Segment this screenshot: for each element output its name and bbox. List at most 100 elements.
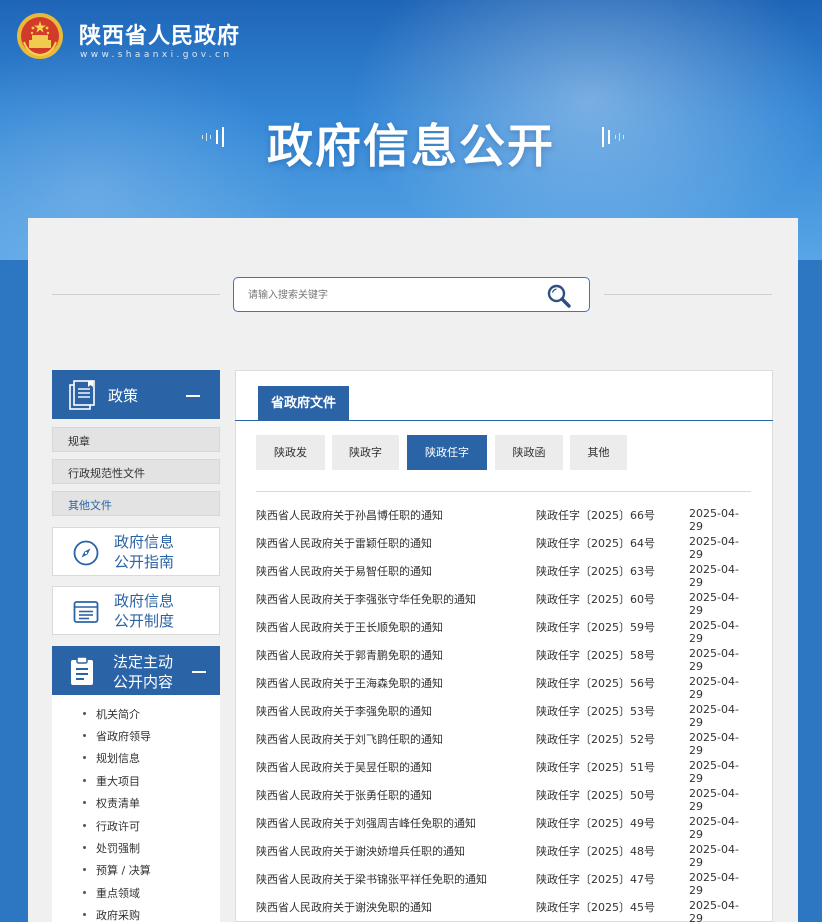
document-title-link[interactable]: 陕西省人民政府关于雷颖任职的通知 [256,535,432,551]
collapse-icon[interactable] [186,395,200,397]
sidebar-statutory-header[interactable]: 法定主动 公开内容 [52,646,220,695]
sidebar-guide-label: 政府信息 公开指南 [114,532,174,572]
document-date: 2025-04-29 [689,815,739,841]
document-title-link[interactable]: 陕西省人民政府关于梁书锦张平祥任免职的通知 [256,871,487,887]
sidebar-system-label-line: 公开制度 [114,612,175,630]
search-input[interactable] [248,286,538,304]
document-row[interactable]: 陕西省人民政府关于李强免职的通知 陕政任字〔2025〕53号 2025-04-29 [256,703,751,729]
sidebar-item-regulations[interactable]: 规章 [52,427,220,452]
document-date: 2025-04-29 [689,731,739,757]
site-title[interactable]: 陕西省人民政府 [79,18,240,50]
document-number: 陕政任字〔2025〕49号 [536,817,655,830]
document-title-link[interactable]: 陕西省人民政府关于李强张守华任免职的通知 [256,591,476,607]
document-title-link[interactable]: 陕西省人民政府关于王长顺免职的通知 [256,619,443,635]
document-title-link[interactable]: 陕西省人民政府关于刘飞鹍任职的通知 [256,731,443,747]
document-number: 陕政任字〔2025〕63号 [536,565,655,578]
document-number: 陕政任字〔2025〕58号 [536,649,655,662]
document-number: 陕政任字〔2025〕48号 [536,845,655,858]
subtab-shaanzhengzi[interactable]: 陕政字 [332,435,399,470]
document-number: 陕政任字〔2025〕45号 [536,901,655,914]
sidebar-item-leaders[interactable]: 省政府领导 [83,728,151,744]
document-date: 2025-04-29 [689,619,739,645]
document-date: 2025-04-29 [689,647,739,673]
document-title-link[interactable]: 陕西省人民政府关于易智任职的通知 [256,563,432,579]
subtab-shaanzhengrenzi[interactable]: 陕政任字 [407,435,487,470]
page-title: 政府信息公开 [267,119,555,173]
sidebar-item-key-areas[interactable]: 重点领域 [83,885,140,901]
document-row[interactable]: 陕西省人民政府关于谢泱免职的通知 陕政任字〔2025〕45号 2025-04-29 [256,899,751,922]
document-title-link[interactable]: 陕西省人民政府关于郭青鹏免职的通知 [256,647,443,663]
sidebar-guide-label-line: 公开指南 [114,553,175,571]
document-title-link[interactable]: 陕西省人民政府关于孙昌博任职的通知 [256,507,443,523]
document-title-link[interactable]: 陕西省人民政府关于谢泱免职的通知 [256,899,432,915]
sidebar-statutory-label: 法定主动 公开内容 [113,652,173,692]
document-title-link[interactable]: 陕西省人民政府关于王海森免职的通知 [256,675,443,691]
document-row[interactable]: 陕西省人民政府关于雷颖任职的通知 陕政任字〔2025〕64号 2025-04-29 [256,535,751,561]
sidebar-item-budget[interactable]: 预算 / 决算 [83,862,151,878]
document-date: 2025-04-29 [689,759,739,785]
document-row[interactable]: 陕西省人民政府关于刘强周吉峰任免职的通知 陕政任字〔2025〕49号 2025-04… [256,815,751,841]
document-row[interactable]: 陕西省人民政府关于王长顺免职的通知 陕政任字〔2025〕59号 2025-04-29 [256,619,751,645]
sidebar-item-licensing[interactable]: 行政许可 [83,818,140,834]
document-number: 陕政任字〔2025〕64号 [536,537,655,550]
document-row[interactable]: 陕西省人民政府关于易智任职的通知 陕政任字〔2025〕63号 2025-04-29 [256,563,751,589]
sidebar-guide-label-line: 政府信息 [114,533,175,551]
document-row[interactable]: 陕西省人民政府关于郭青鹏免职的通知 陕政任字〔2025〕58号 2025-04-29 [256,647,751,673]
document-date: 2025-04-29 [689,899,739,922]
clipboard-icon [71,656,93,685]
sidebar-statutory-list: 机关简介 省政府领导 规划信息 重大项目 权责清单 行政许可 处罚强制 预算 /… [52,695,220,922]
document-row[interactable]: 陕西省人民政府关于李强张守华任免职的通知 陕政任字〔2025〕60号 2025-04… [256,591,751,617]
document-number: 陕政任字〔2025〕53号 [536,705,655,718]
sidebar-statutory-label-line: 公开内容 [113,673,174,691]
list-divider [256,491,751,492]
sidebar-policy-label: 政策 [108,387,139,405]
document-number: 陕政任字〔2025〕60号 [536,593,655,606]
collapse-icon[interactable] [192,671,206,673]
sidebar-item-normative-docs[interactable]: 行政规范性文件 [52,459,220,484]
sidebar-item-other-docs[interactable]: 其他文件 [52,491,220,516]
sidebar-item-power-list[interactable]: 权责清单 [83,795,140,811]
document-row[interactable]: 陕西省人民政府关于王海森免职的通知 陕政任字〔2025〕56号 2025-04-29 [256,675,751,701]
search-icon[interactable] [546,283,572,309]
sidebar-item-disclosure-system[interactable]: 政府信息 公开制度 [52,586,220,635]
document-date: 2025-04-29 [689,507,739,533]
document-date: 2025-04-29 [689,703,739,729]
document-number: 陕政任字〔2025〕50号 [536,789,655,802]
search-box [233,277,590,312]
sidebar-system-label: 政府信息 公开制度 [114,591,174,631]
national-emblem-icon[interactable] [16,12,64,60]
document-number: 陕政任字〔2025〕52号 [536,733,655,746]
document-row[interactable]: 陕西省人民政府关于张勇任职的通知 陕政任字〔2025〕50号 2025-04-29 [256,787,751,813]
tab-provincial-docs[interactable]: 省政府文件 [258,386,349,421]
document-number: 陕政任字〔2025〕47号 [536,873,655,886]
document-date: 2025-04-29 [689,675,739,701]
sidebar-policy-header[interactable]: 政策 [52,370,220,419]
subtab-other[interactable]: 其他 [570,435,627,470]
sidebar-item-procurement[interactable]: 政府采购 [83,907,140,922]
document-title-link[interactable]: 陕西省人民政府关于刘强周吉峰任免职的通知 [256,815,476,831]
document-row[interactable]: 陕西省人民政府关于吴昱任职的通知 陕政任字〔2025〕51号 2025-04-29 [256,759,751,785]
document-title-link[interactable]: 陕西省人民政府关于李强免职的通知 [256,703,432,719]
sidebar-item-agency-intro[interactable]: 机关简介 [83,706,140,722]
document-date: 2025-04-29 [689,871,739,897]
sidebar-item-penalties[interactable]: 处罚强制 [83,840,140,856]
subtab-shaanzhengfa[interactable]: 陕政发 [256,435,325,470]
document-date: 2025-04-29 [689,563,739,589]
document-row[interactable]: 陕西省人民政府关于孙昌博任职的通知 陕政任字〔2025〕66号 2025-04-29 [256,507,751,533]
search-divider [52,294,220,295]
document-title-link[interactable]: 陕西省人民政府关于吴昱任职的通知 [256,759,432,775]
document-date: 2025-04-29 [689,843,739,869]
sidebar-item-major-projects[interactable]: 重大项目 [83,773,140,789]
document-number: 陕政任字〔2025〕66号 [536,509,655,522]
compass-icon [73,540,99,566]
document-number: 陕政任字〔2025〕51号 [536,761,655,774]
search-divider [604,294,772,295]
document-row[interactable]: 陕西省人民政府关于刘飞鹍任职的通知 陕政任字〔2025〕52号 2025-04-29 [256,731,751,757]
document-title-link[interactable]: 陕西省人民政府关于谢泱娇增兵任职的通知 [256,843,465,859]
document-row[interactable]: 陕西省人民政府关于谢泱娇增兵任职的通知 陕政任字〔2025〕48号 2025-04-… [256,843,751,869]
sidebar-item-planning[interactable]: 规划信息 [83,750,140,766]
subtab-shaanzhenghan[interactable]: 陕政函 [495,435,563,470]
sidebar-item-disclosure-guide[interactable]: 政府信息 公开指南 [52,527,220,576]
document-row[interactable]: 陕西省人民政府关于梁书锦张平祥任免职的通知 陕政任字〔2025〕47号 2025-0… [256,871,751,897]
document-title-link[interactable]: 陕西省人民政府关于张勇任职的通知 [256,787,432,803]
